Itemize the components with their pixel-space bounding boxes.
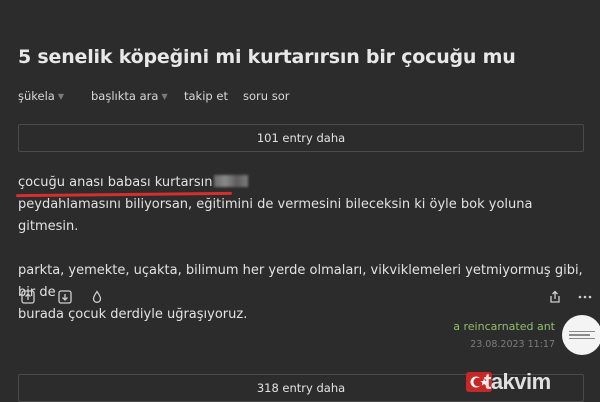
avatar-image xyxy=(569,329,595,342)
load-more-top-label: 101 entry daha xyxy=(256,131,346,145)
entry-line-1: çocuğu anası babası kurtarsın xyxy=(18,175,213,190)
load-more-top-button[interactable]: 101 entry daha xyxy=(18,124,584,152)
load-more-bottom-label: 318 entry daha xyxy=(256,381,346,395)
entry-author-link[interactable]: a reincarnated ant xyxy=(453,320,555,333)
topic-title[interactable]: 5 senelik köpeğini mi kurtarırsın bir ço… xyxy=(18,46,578,68)
drop-icon[interactable] xyxy=(89,289,105,305)
ask-question-button[interactable]: soru sor xyxy=(243,89,289,103)
watermark-text: takvim xyxy=(484,369,551,394)
entry-date[interactable]: 23.08.2023 11:17 xyxy=(470,339,555,350)
downvote-icon[interactable] xyxy=(57,289,73,305)
censored-blur xyxy=(213,175,248,187)
avatar[interactable] xyxy=(562,315,600,355)
sukela-dropdown[interactable]: şükela ▼ xyxy=(18,89,64,103)
search-in-topic-label: başlıkta ara xyxy=(91,89,159,103)
search-in-topic-dropdown[interactable]: başlıkta ara ▼ xyxy=(91,89,168,103)
sukela-label: şükela xyxy=(18,89,55,103)
upvote-icon[interactable] xyxy=(20,289,36,305)
share-icon[interactable] xyxy=(547,289,563,305)
chevron-down-icon: ▼ xyxy=(57,92,65,101)
follow-button[interactable]: takip et xyxy=(184,89,228,103)
chevron-down-icon: ▼ xyxy=(161,92,168,101)
entry-line-2: peydahlamasını biliyorsan, eğitimini de … xyxy=(18,197,533,234)
more-icon[interactable] xyxy=(577,289,593,305)
